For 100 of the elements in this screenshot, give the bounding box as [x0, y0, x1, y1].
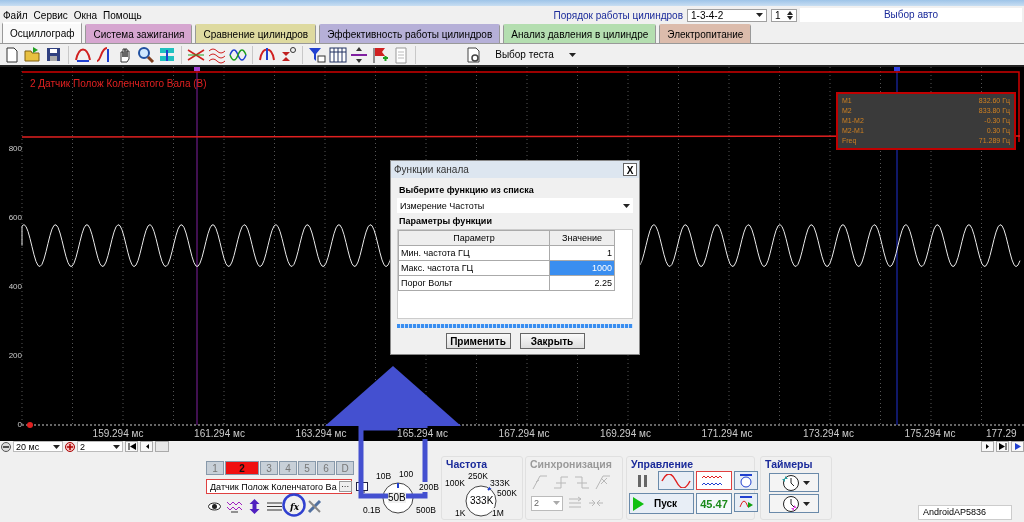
channel-button[interactable]: 2 [225, 461, 259, 475]
knob-label: 100K [445, 478, 465, 488]
tab[interactable]: Система зажигания [85, 24, 193, 43]
auto-sync-button[interactable] [734, 493, 758, 512]
column-header: Параметр [398, 230, 550, 246]
flag-icon[interactable] [371, 45, 389, 64]
sync-channel-select[interactable]: 2 [531, 495, 563, 511]
x-axis-label: 159.294 мс [92, 428, 144, 439]
menu-item[interactable]: Файл [0, 9, 31, 21]
spinner[interactable]: 1 [771, 8, 797, 22]
knob-label: 500В [416, 505, 436, 515]
auto-volt-button[interactable] [734, 471, 758, 490]
timer-start-button[interactable] [769, 473, 819, 492]
skip-start-icon[interactable] [127, 443, 136, 450]
knob-label: 1K [455, 508, 466, 518]
stacked-traces-icon[interactable] [158, 45, 176, 64]
caret-icon [113, 444, 120, 449]
cylinder-order-select[interactable]: 1-3-4-2 [687, 8, 767, 22]
tab[interactable]: Электропитание [659, 24, 752, 43]
highlight-circle [282, 493, 306, 517]
dialog-title: Функции канала [394, 164, 469, 175]
y-axis-label: 600 [7, 213, 22, 222]
apply-button[interactable]: Применить [445, 333, 511, 349]
menu-item[interactable]: Окна [70, 9, 101, 21]
skip-end-icon[interactable] [998, 443, 1007, 450]
close-dialog-button[interactable]: Закрыть [519, 333, 585, 349]
menu-item[interactable]: Помощь [100, 9, 145, 21]
tab[interactable]: Анализ давления в цилиндре [503, 24, 657, 43]
table-cell: Макс. частота ГЦ [398, 260, 550, 276]
knob-value: 50В [388, 492, 406, 503]
zoom-out-icon[interactable] [1, 441, 11, 452]
start-button[interactable]: Пуск [629, 493, 694, 514]
car-select-field[interactable]: Выбор авто [800, 8, 1022, 22]
monitor-icon[interactable] [356, 482, 368, 493]
tools-icon[interactable] [306, 498, 323, 515]
group-title: Синхронизация [529, 457, 613, 471]
cursor-marker[interactable] [894, 67, 900, 71]
knob-label: 10В [376, 471, 392, 481]
knob-label: 0.1В [363, 505, 381, 515]
save-icon[interactable] [45, 45, 63, 64]
dual-waves-button[interactable] [696, 471, 732, 490]
cylinder-order-label: Порядок работы цилиндров [553, 9, 683, 21]
y-axis-label: 200 [7, 351, 22, 360]
value-cell[interactable]: 2.25 [549, 275, 615, 291]
caret-icon [802, 501, 810, 506]
x-axis-label: 173.294 мс [803, 428, 854, 439]
new-file-icon[interactable] [3, 45, 21, 64]
tab[interactable]: Осциллограф [2, 22, 83, 43]
x-axis-label: 165.294 мс [397, 428, 448, 439]
caret-icon [553, 501, 560, 505]
channel-select[interactable]: 2 [77, 441, 123, 452]
zoom-in-icon[interactable] [65, 441, 75, 452]
function-select[interactable]: Измерение Частоты [397, 198, 633, 213]
table-cell: Мин. частота ГЦ [398, 245, 550, 261]
value-cell[interactable]: 1 [549, 245, 615, 261]
frequency-reading: 45.47 [696, 493, 732, 514]
zoom-icon[interactable] [137, 45, 155, 64]
x-axis-label: 177.29 [986, 428, 1017, 439]
timebase-select[interactable]: 20 мс [13, 441, 63, 452]
menu-item[interactable]: Сервис [30, 9, 71, 21]
pause-icon[interactable] [635, 473, 650, 489]
x-axis-label: 167.294 мс [498, 428, 550, 439]
scroll-end-icon[interactable] [1013, 443, 1022, 450]
document-gear-icon [466, 46, 480, 63]
filter-icon[interactable] [308, 45, 326, 64]
test-select[interactable]: Выбор теста [466, 46, 576, 63]
network-label: AndroidAP5836 [918, 505, 1012, 520]
x-axis-label: 169.294 мс [600, 428, 651, 439]
knob-label: 100 [399, 469, 414, 479]
scroll-thumb[interactable] [155, 441, 169, 452]
sine-wave-icon [661, 473, 691, 488]
auto-volt-icon [738, 473, 754, 488]
caret-icon [569, 52, 576, 57]
close-button[interactable]: X [623, 163, 637, 176]
timer-stop-button[interactable] [769, 494, 819, 513]
knob-label: 333K [490, 478, 510, 488]
caret-icon [802, 480, 810, 485]
table-icon[interactable] [329, 45, 347, 64]
tab[interactable]: Эффективность работы цилиндров [319, 24, 501, 43]
step-forward-icon[interactable] [983, 443, 992, 450]
x-axis-label: 171.294 мс [701, 428, 753, 439]
knob-label: 200В [419, 482, 439, 492]
y-axis-label: 800 [7, 144, 22, 153]
sine-wave-button[interactable] [658, 471, 694, 490]
split-line-icon[interactable] [350, 45, 368, 64]
caret-icon [53, 444, 60, 449]
sensor-field[interactable]: Датчик Полож Коленчатого Ва ··· [206, 479, 352, 494]
group-title: Таймеры [764, 457, 814, 471]
cursor-marker[interactable] [194, 67, 200, 71]
knob-label: 1M [492, 508, 504, 518]
channel-zero-marker[interactable] [27, 422, 33, 428]
tab[interactable]: Сравнение цилиндров [195, 24, 317, 43]
y-axis-label: 400 [7, 282, 22, 291]
more-button[interactable]: ··· [338, 481, 352, 492]
section-label: Параметры функции [399, 216, 493, 226]
multi-waves-icon[interactable] [208, 45, 226, 64]
caret-icon [623, 203, 630, 208]
knob-value: 333K [470, 495, 494, 506]
spinner-arrows-icon [787, 10, 793, 20]
knob-label: 500K [497, 488, 517, 498]
